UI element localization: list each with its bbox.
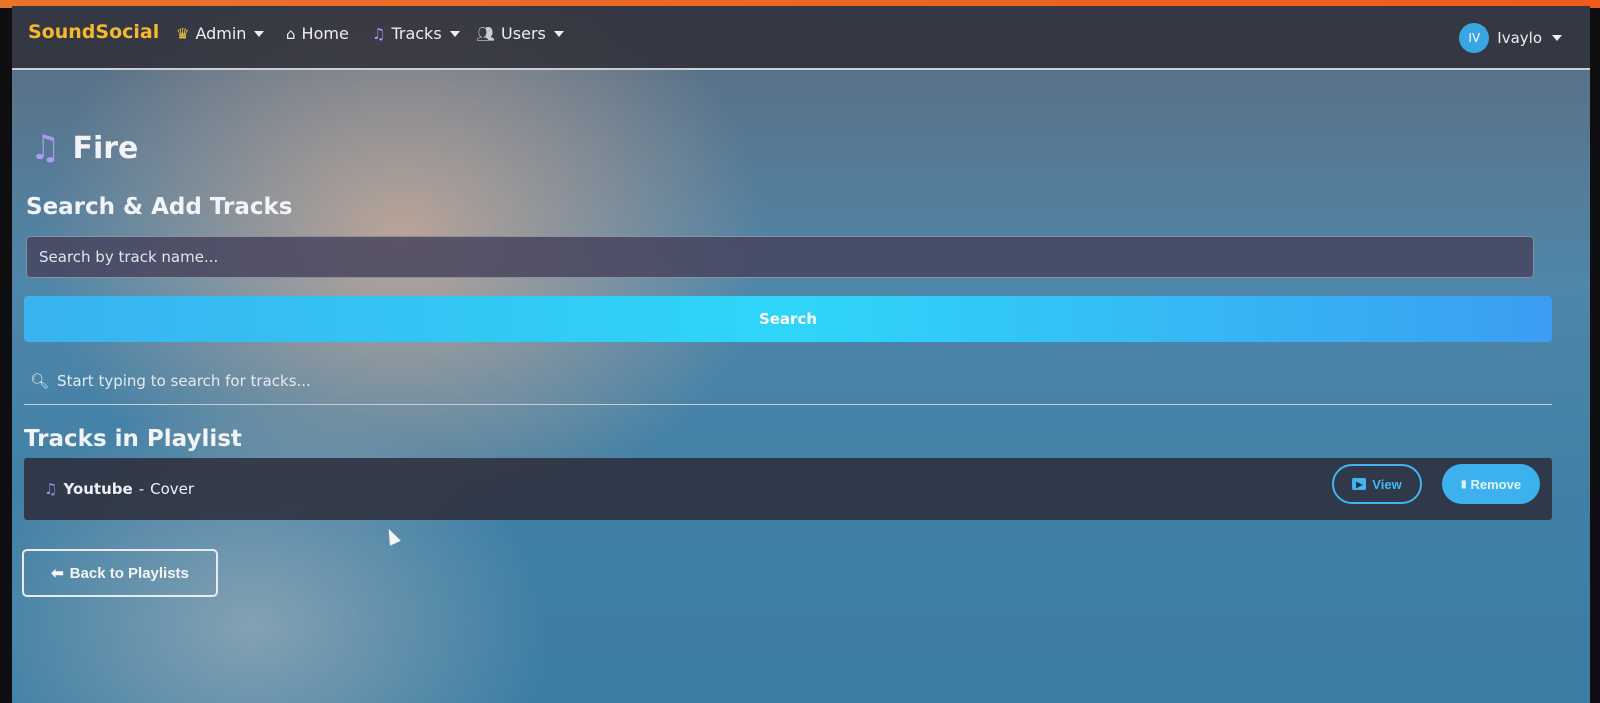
chevron-down-icon bbox=[1552, 35, 1562, 41]
chevron-down-icon bbox=[254, 30, 265, 37]
nav-tracks[interactable]: ♫ Tracks bbox=[372, 24, 460, 43]
back-label: Back to Playlists bbox=[69, 564, 189, 582]
brand-logo[interactable]: SoundSocial bbox=[28, 21, 159, 43]
avatar: IV bbox=[1459, 23, 1490, 53]
track-title[interactable]: ♫ Youtube - Cover bbox=[44, 480, 194, 498]
remove-track-button[interactable]: ▮ Remove bbox=[1442, 464, 1540, 504]
nav-home-label: Home bbox=[301, 24, 349, 43]
music-note-icon: ♫ bbox=[30, 128, 61, 168]
top-navbar: SoundSocial ♛ Admin ⌂ Home ♫ Tracks 👥︎ U… bbox=[12, 6, 1590, 70]
search-input[interactable] bbox=[26, 236, 1534, 278]
nav-users[interactable]: 👥︎ Users bbox=[476, 24, 564, 43]
app-screen: SoundSocial ♛ Admin ⌂ Home ♫ Tracks 👥︎ U… bbox=[12, 6, 1590, 703]
search-heading: Search & Add Tracks bbox=[26, 194, 293, 220]
playlist-name: Fire bbox=[72, 130, 139, 166]
nav-admin-label: Admin bbox=[195, 24, 247, 43]
search-hint: 🔍︎ Start typing to search for tracks... bbox=[30, 372, 311, 390]
user-menu[interactable]: IV Ivaylo bbox=[1459, 23, 1562, 53]
track-name: Youtube bbox=[63, 480, 133, 498]
view-track-button[interactable]: ▶ View bbox=[1332, 464, 1422, 504]
chevron-down-icon bbox=[449, 30, 460, 37]
crown-icon: ♛ bbox=[176, 24, 190, 43]
home-icon: ⌂ bbox=[286, 24, 296, 43]
back-to-playlists-button[interactable]: ⬅ Back to Playlists bbox=[22, 549, 218, 597]
track-separator: - bbox=[138, 480, 145, 498]
nav-admin[interactable]: ♛ Admin bbox=[176, 24, 265, 43]
mouse-cursor-icon bbox=[383, 526, 401, 546]
nav-home[interactable]: ⌂ Home bbox=[286, 24, 349, 43]
trash-icon: ▮ bbox=[1460, 478, 1467, 490]
play-icon: ▶ bbox=[1352, 478, 1367, 490]
user-name: Ivaylo bbox=[1497, 29, 1542, 47]
music-note-icon: ♫ bbox=[372, 24, 386, 43]
search-hint-text: Start typing to search for tracks... bbox=[57, 372, 311, 390]
playlist-heading: Tracks in Playlist bbox=[24, 426, 242, 452]
remove-label: Remove bbox=[1470, 476, 1522, 492]
nav-users-label: Users bbox=[501, 24, 546, 43]
users-icon: 👥︎ bbox=[476, 24, 496, 43]
track-artist: Cover bbox=[150, 480, 195, 498]
nav-tracks-label: Tracks bbox=[391, 24, 442, 43]
magnifier-icon: 🔍︎ bbox=[30, 372, 50, 390]
arrow-left-icon: ⬅ bbox=[51, 565, 64, 582]
chevron-down-icon bbox=[553, 30, 564, 37]
track-row: ♫ Youtube - Cover ▶ View ▮ Remove bbox=[24, 458, 1552, 520]
divider bbox=[24, 404, 1552, 405]
page-title: ♫ Fire bbox=[30, 128, 138, 168]
search-button[interactable]: Search bbox=[24, 296, 1552, 342]
music-note-icon: ♫ bbox=[44, 480, 58, 498]
view-label: View bbox=[1372, 476, 1402, 492]
